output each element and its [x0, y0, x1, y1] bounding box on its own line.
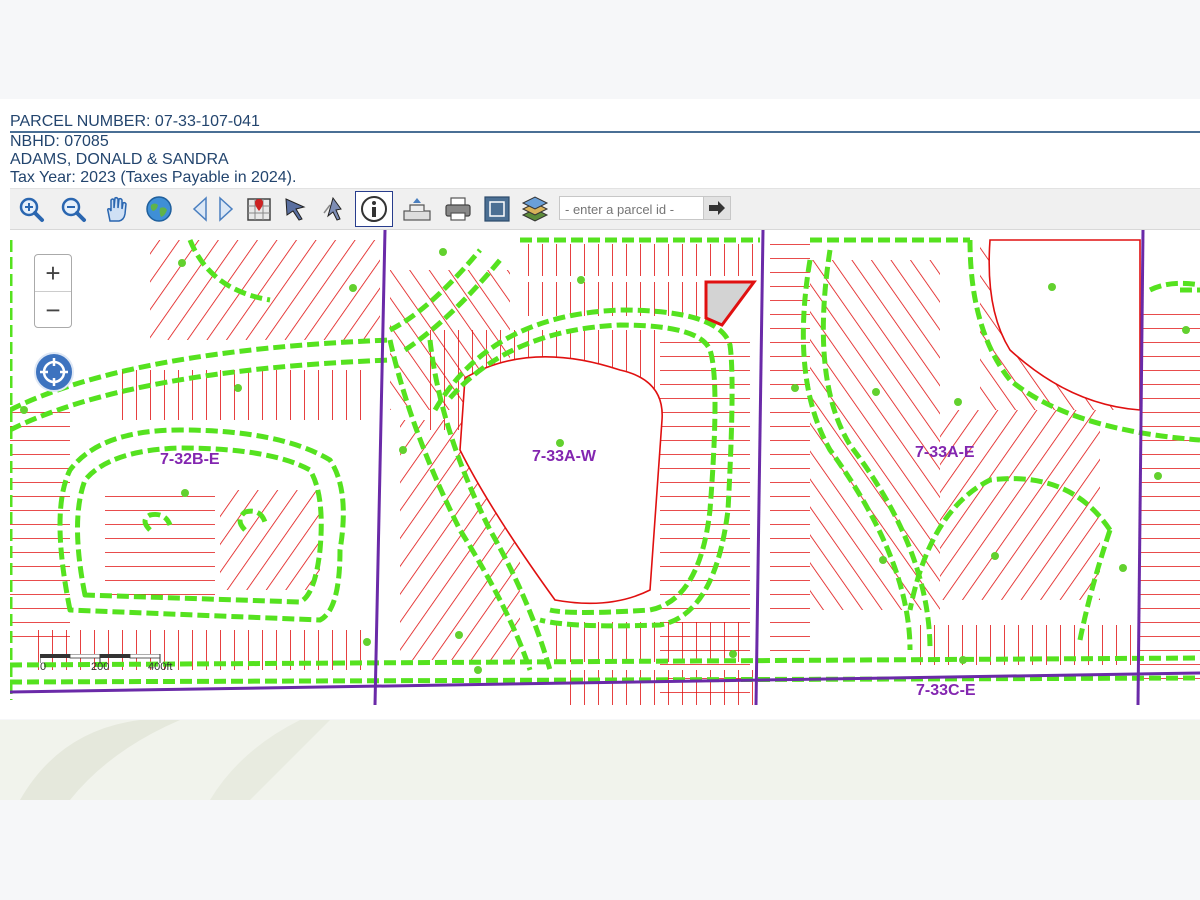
- buffer-tool[interactable]: [401, 193, 433, 225]
- select-polygon-tool[interactable]: [319, 193, 351, 225]
- print-tool[interactable]: [442, 193, 474, 225]
- buffer-icon: [403, 198, 431, 221]
- pan-hand-icon: [107, 196, 127, 222]
- map-toolbar: [10, 188, 1200, 230]
- map-label-7-32b-e: 7-32B-E: [160, 451, 220, 468]
- map-label-7-33a-w: 7-33A-W: [532, 448, 597, 465]
- locate-parcel-tool[interactable]: [243, 193, 275, 225]
- locate-button[interactable]: [34, 352, 74, 392]
- parcel-info: PARCEL NUMBER: 07-33-107-041 NBHD: 07085…: [10, 113, 1200, 187]
- scale-label-start: 0: [40, 661, 47, 673]
- zoom-out-tool[interactable]: [57, 193, 89, 225]
- info-icon: [361, 196, 387, 222]
- forward-arrow-icon: [219, 196, 234, 222]
- zoom-out-button[interactable]: −: [35, 291, 71, 328]
- background-pattern: [0, 720, 1200, 800]
- search-button[interactable]: [703, 197, 730, 219]
- pan-tool[interactable]: [100, 193, 132, 225]
- zoom-in-button[interactable]: +: [35, 255, 71, 291]
- parcel-search: [559, 196, 731, 220]
- full-extent-tool[interactable]: [143, 193, 175, 225]
- scale-bar: 0 200 400ft: [39, 651, 200, 673]
- layers-tool[interactable]: [519, 193, 551, 225]
- scale-label-end: 400ft: [148, 661, 173, 673]
- map-label-7-33a-e: 7-33A-E: [915, 444, 975, 461]
- owner-name: ADAMS, DONALD & SANDRA: [10, 151, 229, 168]
- parcel-map[interactable]: 7-32B-E 7-33A-W 7-33A-E 7-33C-E + − 0 20…: [10, 230, 1200, 705]
- identify-tool[interactable]: [355, 191, 393, 227]
- next-extent-tool[interactable]: [210, 193, 242, 225]
- select-tool[interactable]: [280, 193, 312, 225]
- map-marker-icon: [247, 198, 271, 221]
- select-arrow-icon: [285, 198, 306, 221]
- zoom-in-tool[interactable]: [15, 193, 47, 225]
- scale-bar-graphic: [39, 653, 161, 663]
- scale-label-mid: 200: [91, 661, 110, 673]
- zoom-out-icon: [61, 197, 86, 222]
- crosshair-icon: [40, 358, 68, 386]
- top-background: [0, 0, 1200, 99]
- print-icon: [445, 197, 471, 221]
- neighborhood: NBHD: 07085: [10, 133, 109, 150]
- fullscreen-icon: [484, 196, 510, 222]
- parcel-id-input[interactable]: [563, 198, 707, 220]
- selected-parcel: [704, 280, 757, 327]
- layers-icon: [521, 196, 549, 222]
- tax-year: Tax Year: 2023 (Taxes Payable in 2024).: [10, 169, 297, 186]
- arrow-right-icon: [709, 201, 725, 215]
- back-arrow-icon: [192, 196, 207, 222]
- zoom-control: + −: [34, 254, 72, 328]
- select-polygon-icon: [323, 196, 342, 221]
- fullscreen-tool[interactable]: [481, 193, 513, 225]
- globe-icon: [146, 196, 172, 222]
- background-texture: [20, 720, 330, 800]
- zoom-in-icon: [19, 197, 44, 222]
- parcel-number: PARCEL NUMBER: 07-33-107-041: [10, 113, 1200, 133]
- map-label-7-33c-e: 7-33C-E: [916, 682, 976, 699]
